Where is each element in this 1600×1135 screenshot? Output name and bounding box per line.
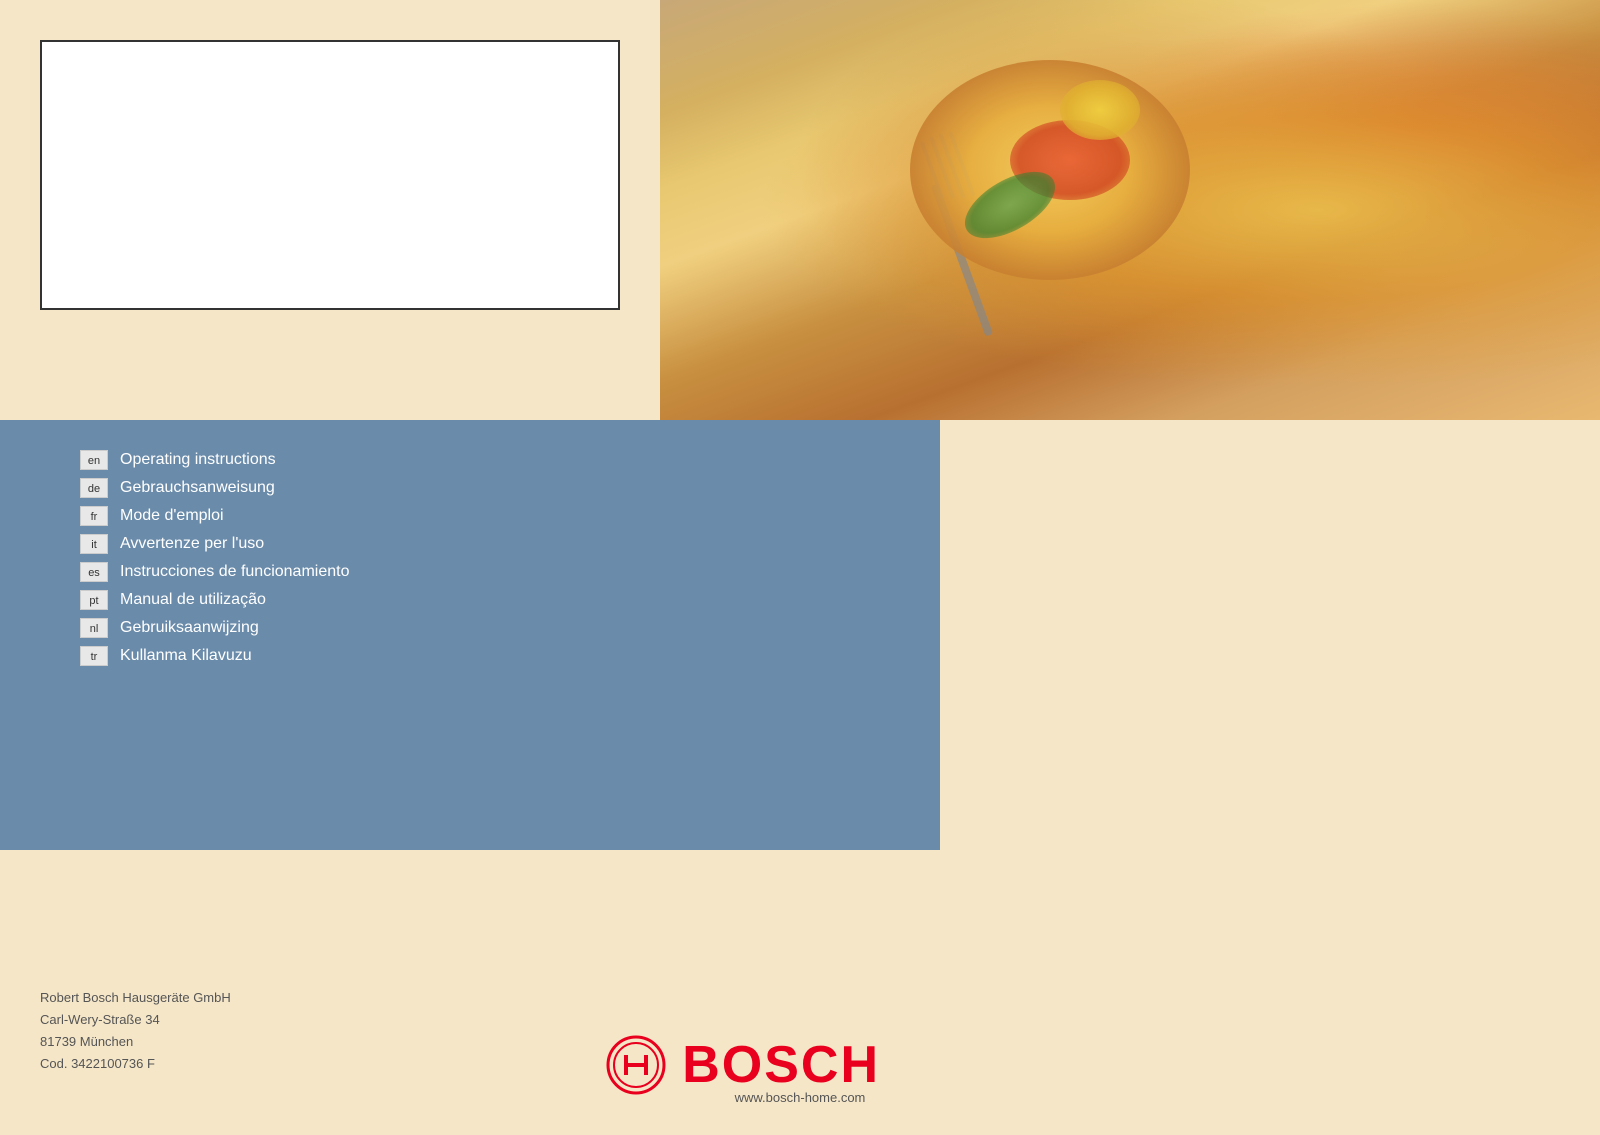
food-image <box>660 0 1600 420</box>
lang-code-fr: fr <box>80 506 108 526</box>
lang-code-pt: pt <box>80 590 108 610</box>
lang-code-es: es <box>80 562 108 582</box>
lang-text-pt: Manual de utilização <box>120 591 266 609</box>
lang-text-de: Gebrauchsanweisung <box>120 479 275 497</box>
lang-text-it: Avvertenze per l'uso <box>120 535 264 553</box>
lang-code-nl: nl <box>80 618 108 638</box>
lang-text-fr: Mode d'emploi <box>120 507 224 525</box>
bosch-logo-area: BOSCH <box>606 1035 880 1095</box>
website-url: www.bosch-home.com <box>735 1090 866 1105</box>
language-item-tr: tr Kullanma Kilavuzu <box>80 646 349 666</box>
bosch-circle-icon <box>606 1035 666 1095</box>
language-item-it: it Avvertenze per l'uso <box>80 534 349 554</box>
footer-line2: Carl-Wery-Straße 34 <box>40 1009 231 1031</box>
footer-line3: 81739 München <box>40 1031 231 1053</box>
language-item-fr: fr Mode d'emploi <box>80 506 349 526</box>
language-list: en Operating instructions de Gebrauchsanwei… <box>80 450 349 666</box>
bosch-brand-name: BOSCH <box>682 1035 880 1095</box>
footer-address: Robert Bosch Hausgeräte GmbH Carl-Wery-S… <box>40 987 231 1075</box>
footer-line4: Cod. 3422100736 F <box>40 1053 231 1075</box>
language-item-de: de Gebrauchsanweisung <box>80 478 349 498</box>
lang-text-tr: Kullanma Kilavuzu <box>120 647 252 665</box>
lang-code-en: en <box>80 450 108 470</box>
content-box <box>40 40 620 310</box>
lang-code-de: de <box>80 478 108 498</box>
lang-text-nl: Gebruiksaanwijzing <box>120 619 259 637</box>
lang-code-it: it <box>80 534 108 554</box>
lang-code-tr: tr <box>80 646 108 666</box>
language-item-pt: pt Manual de utilização <box>80 590 349 610</box>
lang-text-en: Operating instructions <box>120 451 276 469</box>
language-item-es: es Instrucciones de funcionamiento <box>80 562 349 582</box>
language-item-en: en Operating instructions <box>80 450 349 470</box>
blue-right-section: en Operating instructions de Gebrauchsanwei… <box>0 420 940 850</box>
lang-text-es: Instrucciones de funcionamiento <box>120 563 349 581</box>
language-item-nl: nl Gebruiksaanwijzing <box>80 618 349 638</box>
footer-line1: Robert Bosch Hausgeräte GmbH <box>40 987 231 1009</box>
